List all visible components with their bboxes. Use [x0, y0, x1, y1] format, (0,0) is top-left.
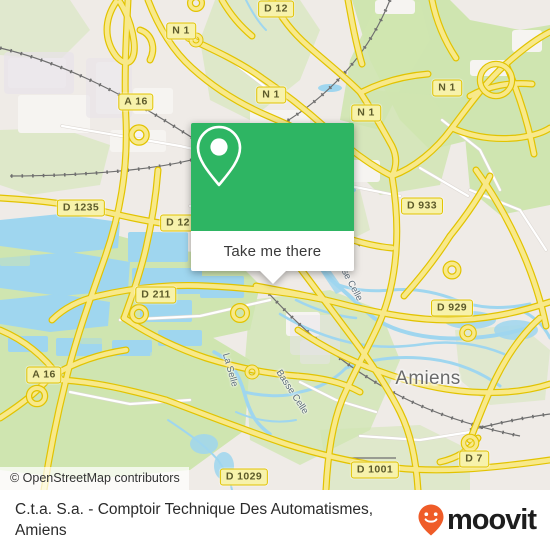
road-shield: N 1 — [351, 104, 381, 122]
footer-bar: C.t.a. S.a. - Comptoir Technique Des Aut… — [0, 490, 550, 550]
road-shield: N 1 — [256, 86, 286, 104]
take-me-there-label: Take me there — [223, 242, 322, 260]
road-shield: D 1001 — [350, 461, 400, 479]
moovit-wordmark: moovit — [446, 503, 537, 536]
road-shield: D 929 — [430, 299, 474, 317]
road-shield: D 7 — [459, 450, 489, 468]
map-place-label: Amiens — [395, 368, 461, 389]
road-shield: D 12 — [258, 0, 294, 18]
road-shield: D 1029 — [219, 468, 269, 486]
moovit-logo[interactable]: moovit — [417, 503, 537, 537]
road-shield: A 16 — [26, 366, 62, 384]
take-me-there-button[interactable]: Take me there — [191, 231, 354, 271]
moovit-smiley-pin-icon — [418, 504, 444, 536]
place-title: C.t.a. S.a. - Comptoir Technique Des Aut… — [15, 501, 374, 539]
map-pin-icon — [196, 125, 242, 187]
road-shield: A 16 — [118, 93, 154, 111]
road-shield: D 211 — [135, 286, 177, 304]
popup-pointer-tail — [259, 271, 286, 284]
map-attribution[interactable]: © OpenStreetMap contributors — [0, 467, 189, 490]
map-canvas[interactable]: .greenarea{fill:#cfe5b0;} .greendark{fil… — [0, 0, 550, 490]
road-shield: D 1235 — [56, 199, 106, 217]
location-popup-card[interactable]: Take me there — [191, 123, 354, 284]
road-shield: N 1 — [166, 22, 196, 40]
road-shield: N 1 — [432, 79, 462, 97]
road-shield: D 933 — [400, 197, 444, 215]
screenshot-root: .greenarea{fill:#cfe5b0;} .greendark{fil… — [0, 0, 550, 550]
popup-marker-area — [191, 123, 354, 231]
